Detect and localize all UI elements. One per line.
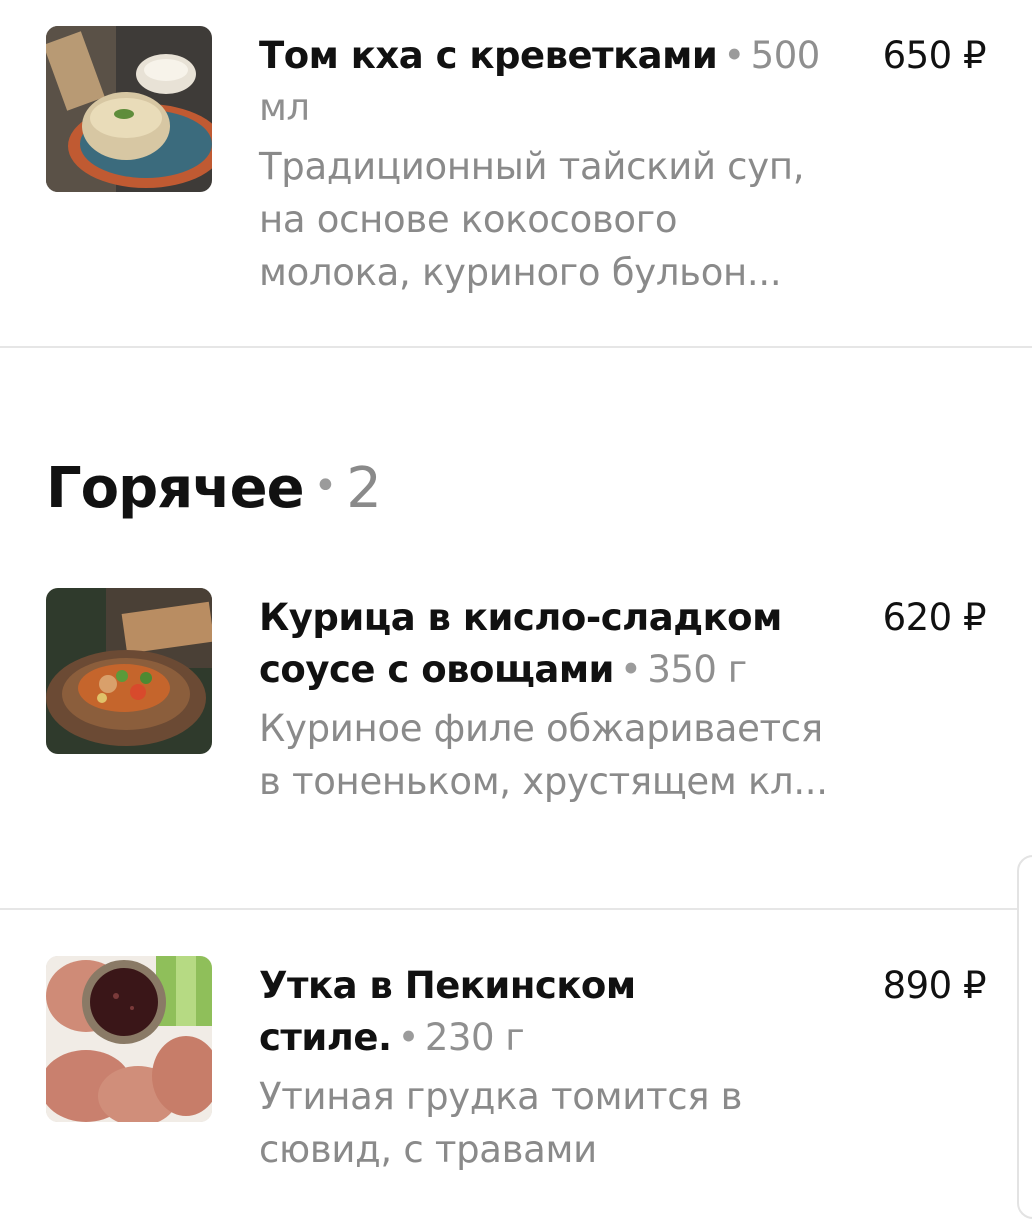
- side-panel-edge[interactable]: [1017, 855, 1032, 1219]
- section-count: 2: [346, 456, 382, 521]
- item-weight: 230 г: [424, 1016, 525, 1059]
- divider: [0, 346, 1032, 348]
- item-title: Утка в Пекинском стиле. • 230 г: [259, 960, 829, 1064]
- divider: [0, 908, 1032, 910]
- separator-dot: •: [313, 463, 338, 509]
- item-description: Традиционный тайский суп, на основе коко…: [259, 145, 805, 294]
- soup-photo-icon[interactable]: [46, 26, 212, 192]
- separator-dot: •: [619, 648, 642, 691]
- item-name: Том кха с креветками: [259, 34, 718, 77]
- item-title: Том кха с креветками • 500 мл: [259, 30, 829, 134]
- section-name: Горячее: [46, 456, 305, 521]
- item-price: 650 ₽: [882, 34, 987, 77]
- section-title: Горячее • 2: [46, 450, 382, 525]
- chicken-dish-photo-icon[interactable]: [46, 588, 212, 754]
- item-price: 890 ₽: [882, 964, 987, 1007]
- item-price: 620 ₽: [882, 596, 987, 639]
- item-title: Курица в кисло-сладком соусе с овощами • 3…: [259, 592, 829, 696]
- duck-dish-photo-icon[interactable]: [46, 956, 212, 1122]
- separator-dot: •: [723, 34, 745, 77]
- separator-dot: •: [397, 1016, 420, 1059]
- item-description: Утиная грудка томится в сювид, с травами: [259, 1075, 743, 1171]
- item-weight: 350 г: [647, 648, 747, 691]
- item-description: Куриное филе обжаривается в тоненьком, х…: [259, 707, 828, 803]
